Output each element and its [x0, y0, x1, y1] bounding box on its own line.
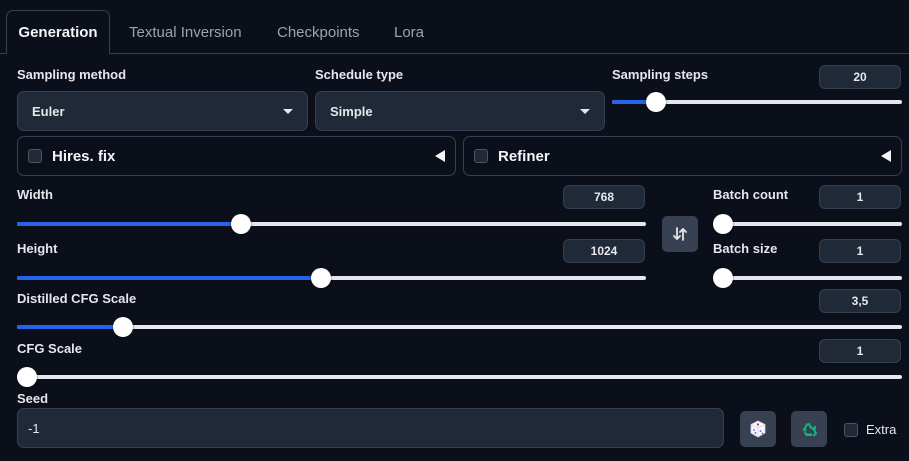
- extra-label: Extra: [866, 422, 897, 437]
- slider-thumb[interactable]: [645, 92, 666, 112]
- sampling-method-value: Euler: [32, 103, 65, 119]
- width-label: Width: [17, 187, 53, 202]
- batch-count-input[interactable]: 1: [819, 185, 901, 209]
- batch-size-label: Batch size: [713, 241, 778, 256]
- random-seed-button[interactable]: [740, 411, 776, 447]
- extra-checkbox[interactable]: [844, 422, 858, 437]
- sampling-method-label: Sampling method: [17, 67, 127, 82]
- sampling-steps-slider[interactable]: [612, 92, 902, 112]
- sampling-steps-label: Sampling steps: [612, 67, 709, 82]
- schedule-type-dropdown[interactable]: Simple: [315, 91, 605, 131]
- tab-generation[interactable]: Generation: [6, 10, 110, 54]
- sampling-steps-input[interactable]: 20: [819, 65, 901, 89]
- refiner-label: Refiner: [498, 147, 550, 165]
- schedule-type-value: Simple: [330, 103, 373, 119]
- batch-count-slider[interactable]: [713, 214, 902, 234]
- swap-dimensions-button[interactable]: [662, 216, 698, 252]
- reuse-seed-button[interactable]: [791, 411, 827, 447]
- height-input[interactable]: 1024: [563, 239, 645, 263]
- seed-value: -1: [28, 420, 40, 436]
- tab-textual-inversion[interactable]: Textual Inversion: [129, 10, 242, 54]
- schedule-type-label: Schedule type: [315, 67, 404, 82]
- distilled-cfg-slider[interactable]: [17, 317, 902, 337]
- batch-size-slider[interactable]: [713, 268, 902, 288]
- collapse-triangle-icon[interactable]: [435, 150, 445, 162]
- tab-checkpoints[interactable]: Checkpoints: [277, 10, 360, 54]
- width-slider[interactable]: [17, 214, 646, 234]
- recycle-icon: [802, 422, 818, 437]
- slider-thumb[interactable]: [17, 367, 37, 387]
- hires-fix-label: Hires. fix: [52, 147, 116, 165]
- refiner-accordion[interactable]: Refiner: [463, 136, 902, 176]
- cfg-scale-label: CFG Scale: [17, 341, 83, 356]
- sampling-method-dropdown[interactable]: Euler: [17, 91, 308, 131]
- batch-count-label: Batch count: [713, 187, 789, 202]
- width-input[interactable]: 768: [563, 185, 645, 209]
- hires-fix-checkbox[interactable]: [28, 149, 42, 163]
- seed-label: Seed: [17, 391, 49, 406]
- height-slider[interactable]: [17, 268, 646, 288]
- swap-arrows-icon: [673, 227, 687, 241]
- slider-thumb[interactable]: [713, 268, 733, 288]
- chevron-down-icon: [283, 108, 293, 114]
- distilled-cfg-input[interactable]: 3,5: [819, 289, 901, 313]
- slider-thumb[interactable]: [713, 214, 733, 234]
- batch-size-input[interactable]: 1: [819, 239, 901, 263]
- height-label: Height: [17, 241, 58, 256]
- distilled-cfg-label: Distilled CFG Scale: [17, 291, 137, 306]
- slider-thumb[interactable]: [311, 268, 332, 288]
- collapse-triangle-icon[interactable]: [881, 150, 891, 162]
- chevron-down-icon: [580, 108, 590, 114]
- dice-icon: [750, 420, 766, 438]
- refiner-checkbox[interactable]: [474, 149, 488, 163]
- slider-thumb[interactable]: [230, 214, 251, 234]
- hires-fix-accordion[interactable]: Hires. fix: [17, 136, 456, 176]
- cfg-scale-input[interactable]: 1: [819, 339, 901, 363]
- slider-thumb[interactable]: [113, 317, 134, 337]
- extra-checkbox-group[interactable]: Extra: [844, 422, 896, 437]
- seed-input[interactable]: -1: [17, 408, 724, 448]
- tab-lora[interactable]: Lora: [394, 10, 424, 54]
- cfg-scale-slider[interactable]: [17, 367, 902, 387]
